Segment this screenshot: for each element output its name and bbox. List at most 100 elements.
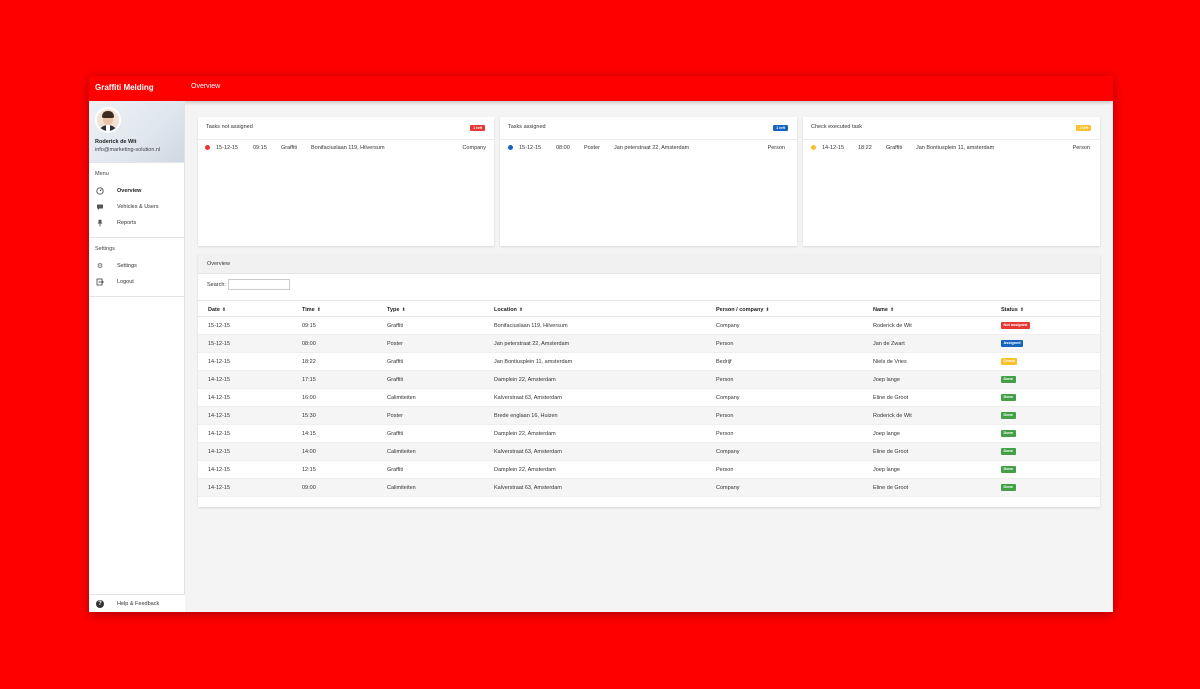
cell-type: Graffiti	[387, 377, 404, 383]
cell-date: 14-12-15	[208, 377, 231, 383]
app-window: Graffiti Melding Overview Roderick de Wi…	[89, 76, 1113, 612]
table-row[interactable]: 14-12-15 17:15 Graffiti Damplein 22, Amster…	[198, 371, 1100, 389]
cell-location: Jan Bontiusplein 11, amsterdam	[494, 359, 573, 365]
sidebar-item-reports[interactable]: Reports	[89, 215, 184, 231]
cell-name: Roderick de Wit	[873, 413, 912, 419]
column-header-name[interactable]: Name ⬍	[873, 307, 894, 313]
sort-icon: ⬍	[316, 307, 321, 313]
card-title: Check executed task	[811, 124, 863, 130]
profile-header: Roderick de Wit info@marketing-solution.…	[89, 101, 184, 163]
cell-type: Graffiti	[387, 431, 404, 437]
cell-person-company: Person	[716, 431, 734, 437]
cell-name: Joep lange	[873, 467, 900, 473]
cell-location: Damplein 22, Amsterdam	[494, 467, 556, 473]
column-header-type[interactable]: Type ⬍	[387, 307, 406, 313]
task-kind: Company	[462, 145, 486, 151]
task-kind: Person	[1072, 145, 1090, 151]
table-row[interactable]: 14-12-15 15:30 Poster Brede englaan 16, Hui…	[198, 407, 1100, 425]
cell-type: Graffiti	[387, 359, 404, 365]
task-location: Jan peterstraat 22, Amsterdam	[614, 145, 690, 151]
pin-icon	[96, 219, 104, 227]
cell-time: 17:15	[302, 377, 316, 383]
cell-name: Eline de Groot	[873, 485, 909, 491]
task-row[interactable]: 15-12-15 09:15 Graffiti Bonifaciuslaan 1…	[198, 139, 494, 154]
task-location: Bonifaciuslaan 119, Hilversum	[311, 145, 385, 151]
cell-location: Damplein 22, Amsterdam	[494, 431, 556, 437]
status-dot	[205, 145, 210, 150]
cell-type: Graffiti	[387, 323, 404, 329]
status-badge: Not assigned	[1001, 322, 1030, 329]
cell-location: Bonifaciuslaan 119, Hilversum	[494, 323, 568, 329]
task-row[interactable]: 14-12-15 18:22 Graffiti Jan Bontiusplein…	[803, 139, 1100, 154]
sort-icon: ⬍	[518, 307, 524, 313]
logout-icon	[96, 278, 104, 286]
chat-icon	[96, 203, 104, 211]
cell-location: Brede englaan 16, Huizen	[494, 413, 558, 419]
table-row[interactable]: 14-12-15 14:15 Graffiti Damplein 22, Amster…	[198, 425, 1100, 443]
brand-title[interactable]: Graffiti Melding	[95, 83, 154, 92]
sidebar-item-logout[interactable]: Logout	[89, 274, 184, 290]
cell-person-company: Bedrijf	[716, 359, 732, 365]
cell-name: Eline de Groot	[873, 395, 909, 401]
task-date: 15-12-15	[519, 145, 542, 151]
task-type: Poster	[584, 145, 600, 151]
cell-date: 15-12-15	[208, 323, 231, 329]
cell-name: Eline de Groot	[873, 449, 909, 455]
sort-icon: ⬍	[1019, 307, 1025, 313]
status-badge: Done	[1001, 376, 1016, 383]
count-badge: 1 left	[1076, 125, 1091, 131]
cell-type: Poster	[387, 413, 403, 419]
cell-person-company: Person	[716, 341, 734, 347]
table-header: Date ⬍ Time ⬍ Type ⬍ Location ⬍ Person / com…	[198, 300, 1100, 317]
table-row[interactable]: 14-12-15 18:22 Graffiti Jan Bontiusplein 11…	[198, 353, 1100, 371]
gear-icon: ⚙	[96, 263, 104, 270]
sidebar-item-label: Vehicles & Users	[117, 204, 159, 210]
task-time: 09:15	[253, 145, 267, 151]
help-feedback-link[interactable]: ? Help & Feedback	[89, 594, 185, 612]
task-row[interactable]: 15-12-15 08:00 Poster Jan peterstraat 22…	[500, 139, 797, 154]
table-row[interactable]: 14-12-15 12:15 Graffiti Damplein 22, Amster…	[198, 461, 1100, 479]
cell-person-company: Company	[716, 323, 740, 329]
sidebar-item-settings[interactable]: ⚙ Settings	[89, 258, 184, 274]
column-header-status[interactable]: Status ⬍	[1001, 307, 1024, 313]
status-badge: Done	[1001, 412, 1016, 419]
task-location: Jan Bontiusplein 11, amsterdam	[916, 145, 995, 151]
menu-section-label: Menu	[95, 171, 109, 177]
cell-name: Jan de Zwart	[873, 341, 905, 347]
cell-type: Calimiteiten	[387, 485, 416, 491]
gauge-icon	[96, 187, 104, 195]
table-row[interactable]: 14-12-15 09:00 Calimiteiten Kalverstraat 63…	[198, 479, 1100, 497]
sidebar-item-label: Overview	[117, 188, 142, 194]
cell-type: Calimiteiten	[387, 395, 416, 401]
avatar[interactable]	[95, 107, 121, 133]
table-row[interactable]: 15-12-15 08:00 Poster Jan peterstraat 22, A…	[198, 335, 1100, 353]
column-header-time[interactable]: Time ⬍	[302, 307, 321, 313]
cell-location: Kalverstraat 63, Amsterdam	[494, 395, 562, 401]
cell-type: Graffiti	[387, 467, 404, 473]
status-badge: Check	[1001, 358, 1018, 365]
column-header-person-company[interactable]: Person / company ⬍	[716, 307, 770, 313]
table-row[interactable]: 14-12-15 14:00 Calimiteiten Kalverstraat 63…	[198, 443, 1100, 461]
table-row[interactable]: 15-12-15 09:15 Graffiti Bonifaciuslaan 119,…	[198, 317, 1100, 335]
cell-time: 09:00	[302, 485, 316, 491]
help-label: Help & Feedback	[117, 601, 160, 607]
cell-person-company: Person	[716, 377, 734, 383]
sidebar-item-vehicles-users[interactable]: Vehicles & Users	[89, 199, 184, 215]
cell-type: Calimiteiten	[387, 449, 416, 455]
cell-name: Roderick de Wit	[873, 323, 912, 329]
search-input[interactable]	[228, 279, 290, 290]
sort-icon: ⬍	[401, 307, 406, 313]
cell-time: 14:15	[302, 431, 316, 437]
status-badge: Done	[1001, 448, 1016, 455]
settings-section-label: Settings	[95, 246, 115, 252]
cell-time: 14:00	[302, 449, 316, 455]
sidebar-item-label: Logout	[117, 279, 134, 285]
count-badge: 1 left	[773, 125, 788, 131]
sidebar-item-label: Reports	[117, 220, 137, 226]
cell-person-company: Company	[716, 485, 740, 491]
sidebar-item-overview[interactable]: Overview	[89, 183, 184, 199]
column-header-location[interactable]: Location ⬍	[494, 307, 523, 313]
table-row[interactable]: 14-12-15 16:00 Calimiteiten Kalverstraat 63…	[198, 389, 1100, 407]
column-header-date[interactable]: Date ⬍	[208, 307, 226, 313]
overview-tab[interactable]: Overview	[198, 254, 1100, 274]
